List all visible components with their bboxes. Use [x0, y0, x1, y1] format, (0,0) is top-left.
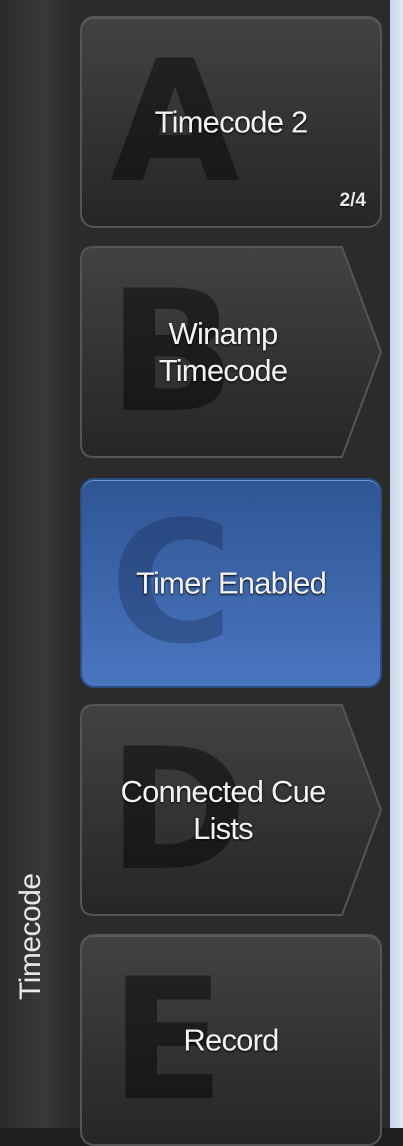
softkey-label: Winamp Timecode	[158, 315, 288, 388]
softkey-label: Timer Enabled	[135, 565, 327, 601]
page-indicator: 2/4	[339, 190, 366, 211]
softkey-label: Timecode 2	[154, 104, 309, 140]
toolbar-title: Timecode	[14, 873, 47, 1000]
softkey-b-winamp-timecode[interactable]: B Winamp Timecode	[80, 246, 382, 458]
softkey-a-timecode-2[interactable]: A Timecode 2 2/4	[80, 16, 382, 228]
toolbar-side-panel: Timecode	[0, 0, 72, 1128]
softkey-d-connected-cue-lists[interactable]: D Connected Cue Lists	[80, 704, 382, 916]
softkey-e-record[interactable]: E Record	[80, 934, 382, 1146]
window-edge	[390, 0, 403, 1128]
softkey-label: Connected Cue Lists	[120, 773, 326, 846]
softkey-c-timer-enabled[interactable]: C Timer Enabled	[80, 478, 382, 688]
softkey-label: Record	[183, 1022, 279, 1058]
